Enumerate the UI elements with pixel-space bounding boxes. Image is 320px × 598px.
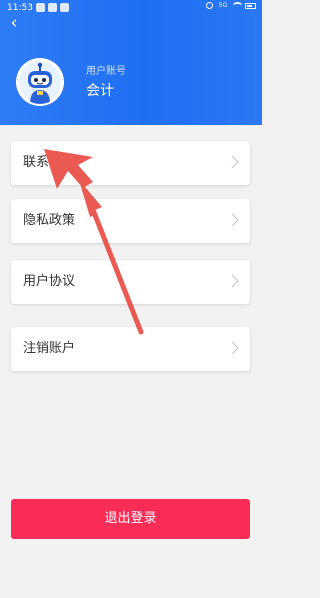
menu-item-privacy-policy[interactable]: 隐私政策 — [11, 199, 250, 243]
status-bar: 11:53 5G — [0, 0, 262, 16]
notification-icon — [48, 3, 57, 12]
account-label: 用户账号 — [86, 66, 126, 77]
menu-item-label: 隐私政策 — [23, 213, 76, 228]
chevron-right-icon — [231, 213, 239, 227]
network-speed: 5G — [218, 1, 228, 9]
back-button[interactable]: ‹ — [6, 14, 22, 32]
menu-item-label: 注销账户 — [23, 341, 76, 356]
wifi-icon — [233, 2, 242, 9]
status-notification-icons — [36, 3, 69, 12]
alarm-icon — [206, 2, 213, 9]
battery-icon — [245, 2, 256, 9]
menu-item-label: 用户协议 — [23, 274, 76, 289]
chevron-right-icon — [231, 155, 239, 169]
menu-item-contact-support[interactable]: 联系客服 — [11, 141, 250, 185]
notification-icon — [36, 3, 45, 12]
avatar — [16, 58, 64, 106]
chevron-right-icon — [231, 341, 239, 355]
robot-avatar-icon — [19, 61, 61, 104]
menu-item-user-agreement[interactable]: 用户协议 — [11, 260, 250, 304]
status-system-icons: 5G — [206, 2, 256, 9]
account-name: 会计 — [86, 83, 114, 99]
chevron-right-icon — [231, 274, 239, 288]
menu-item-label: 联系客服 — [23, 155, 76, 170]
logout-button[interactable]: 退出登录 — [11, 499, 250, 539]
notification-icon — [60, 3, 69, 12]
chevron-left-icon: ‹ — [10, 13, 18, 33]
menu-item-delete-account[interactable]: 注销账户 — [11, 327, 250, 371]
header: 11:53 5G ‹ 用户账号 会计 — [0, 0, 262, 125]
